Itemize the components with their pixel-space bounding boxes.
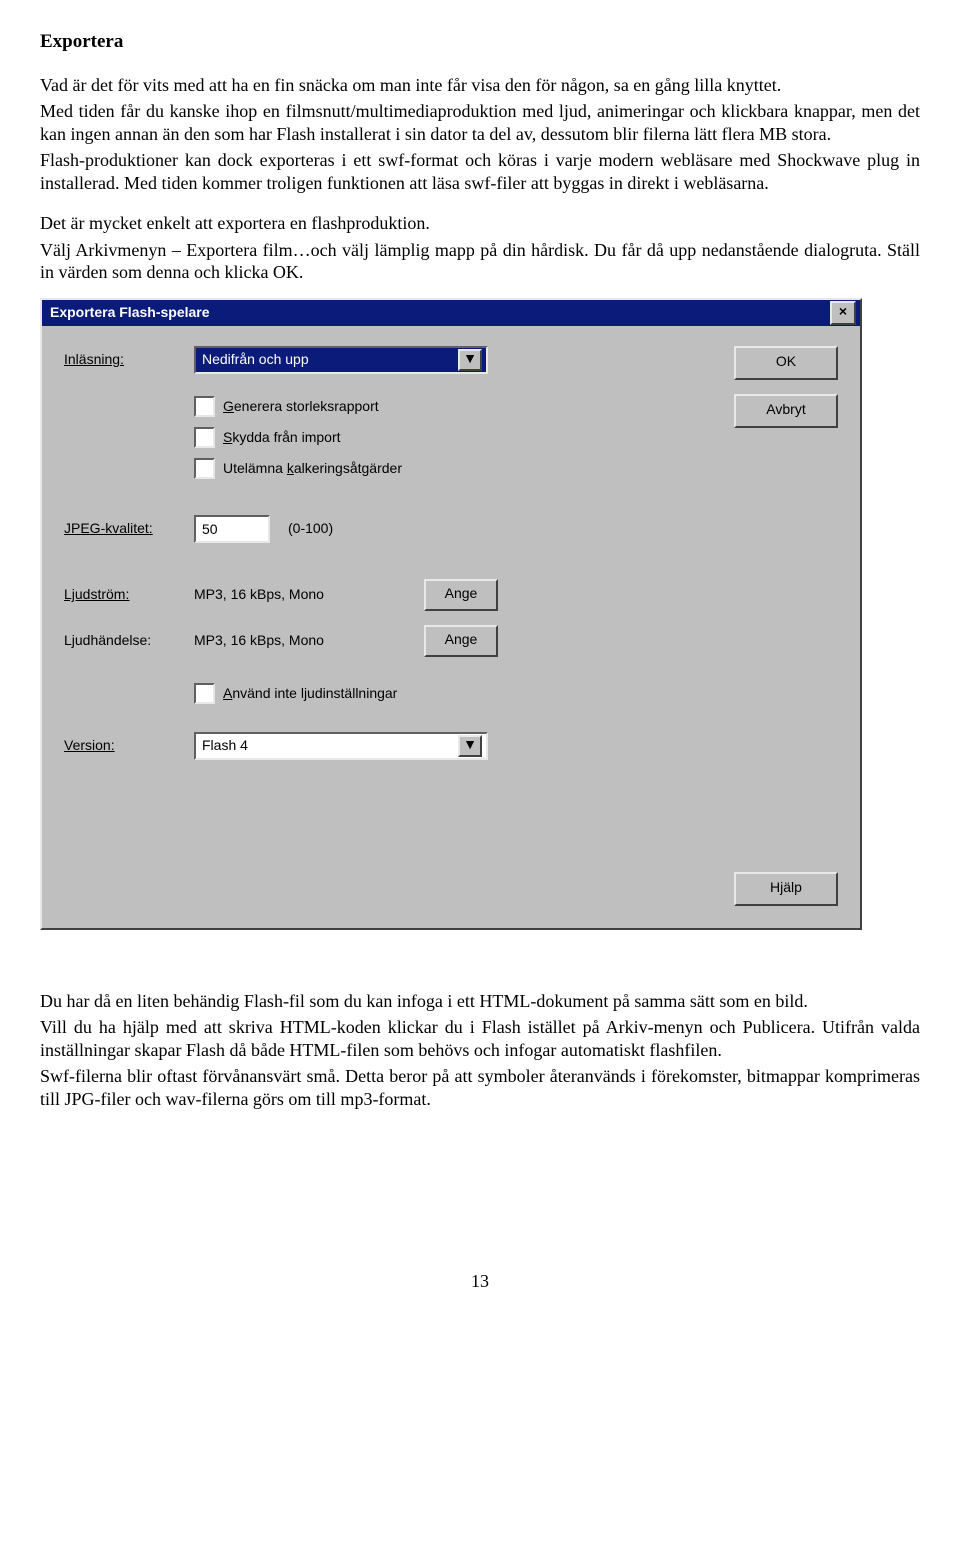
checkbox-ljudinstallningar[interactable]: [194, 683, 215, 704]
version-select[interactable]: Flash 4 ▼: [194, 732, 488, 760]
label-version: Version:: [64, 737, 194, 755]
ok-button[interactable]: OK: [734, 346, 838, 380]
paragraph: Med tiden får du kanske ihop en filmsnut…: [40, 100, 920, 145]
checkbox-label: Använd inte ljudinställningar: [223, 685, 397, 703]
paragraph: Välj Arkivmenyn – Exportera film…och väl…: [40, 239, 920, 284]
version-value: Flash 4: [202, 737, 458, 755]
paragraph: Vad är det för vits med att ha en fin sn…: [40, 74, 920, 97]
label-ljudhandelse: Ljudhändelse:: [64, 632, 194, 650]
checkbox-label: Utelämna kalkeringsåtgärder: [223, 460, 402, 478]
export-dialog: Exportera Flash-spelare × OK Avbryt Inlä…: [40, 298, 862, 930]
ange-button-stream[interactable]: Ange: [424, 579, 498, 611]
paragraph: Det är mycket enkelt att exportera en fl…: [40, 212, 920, 235]
label-jpeg: JPEG-kvalitet:: [64, 520, 194, 538]
paragraph: Vill du ha hjälp med att skriva HTML-kod…: [40, 1016, 920, 1061]
paragraph: Du har då en liten behändig Flash-fil so…: [40, 990, 920, 1013]
audio-event-value: MP3, 16 kBps, Mono: [194, 632, 424, 650]
help-button[interactable]: Hjälp: [734, 872, 838, 906]
checkbox-generera[interactable]: [194, 396, 215, 417]
dropdown-icon[interactable]: ▼: [458, 735, 482, 757]
checkbox-skydda[interactable]: [194, 427, 215, 448]
jpeg-range: (0-100): [288, 520, 333, 538]
checkbox-utelamna[interactable]: [194, 458, 215, 479]
label-ljudstrom: Ljudström:: [64, 586, 194, 604]
checkbox-label: Skydda från import: [223, 429, 341, 447]
section-heading: Exportera: [40, 30, 920, 54]
ange-button-event[interactable]: Ange: [424, 625, 498, 657]
cancel-button[interactable]: Avbryt: [734, 394, 838, 428]
jpeg-quality-input[interactable]: 50: [194, 515, 270, 543]
label-inlasning: Inläsning:: [64, 351, 194, 369]
paragraph: Flash-produktioner kan dock exporteras i…: [40, 149, 920, 194]
dialog-titlebar: Exportera Flash-spelare ×: [42, 300, 860, 326]
inlasning-select[interactable]: Nedifrån och upp ▼: [194, 346, 488, 374]
page-number: 13: [40, 1270, 920, 1293]
checkbox-label: Generera storleksrapport: [223, 398, 379, 416]
dropdown-icon[interactable]: ▼: [458, 349, 482, 371]
dialog-title: Exportera Flash-spelare: [50, 304, 830, 322]
inlasning-value: Nedifrån och upp: [202, 351, 458, 369]
paragraph: Swf-filerna blir oftast förvånansvärt sm…: [40, 1065, 920, 1110]
close-icon[interactable]: ×: [830, 301, 856, 325]
audio-stream-value: MP3, 16 kBps, Mono: [194, 586, 424, 604]
